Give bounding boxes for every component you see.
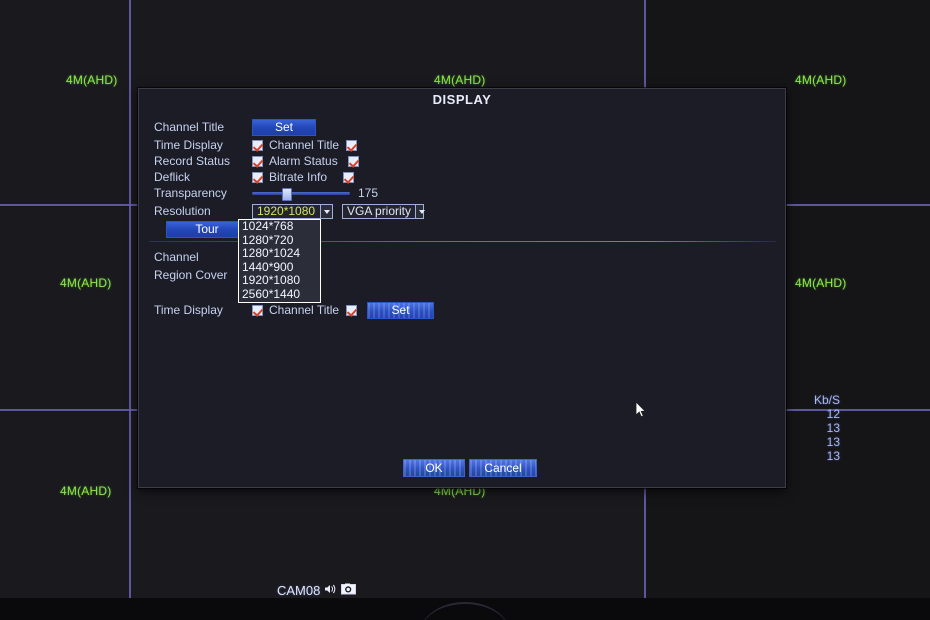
video-signal-label: 4M(AHD) xyxy=(60,276,112,290)
video-signal-label: 4M(AHD) xyxy=(66,73,118,87)
transparency-slider-knob[interactable] xyxy=(282,188,292,201)
channel-title-2-label: Channel Title xyxy=(269,303,340,317)
channel-title-checkbox[interactable] xyxy=(346,139,358,151)
row-transparency: Transparency 175 xyxy=(154,185,378,201)
transparency-label: Transparency xyxy=(154,186,227,200)
bitrate-info-checkbox[interactable] xyxy=(343,171,355,183)
row-time-display: Time Display Channel Title xyxy=(154,137,358,153)
output-priority-select[interactable]: VGA priority xyxy=(342,203,425,219)
video-signal-label: 4M(AHD) xyxy=(795,276,847,290)
transparency-value: 175 xyxy=(358,186,379,200)
video-tile-4[interactable] xyxy=(0,207,129,410)
record-status-checkbox[interactable] xyxy=(252,155,263,167)
nvr-screen: 4M(AHD) 4M(AHD) 4M(AHD) 4M(AHD) 4M(AHD) … xyxy=(0,0,930,620)
resolution-label: Resolution xyxy=(154,204,211,218)
grid-divider-vertical-1 xyxy=(129,0,131,620)
video-signal-label: 4M(AHD) xyxy=(60,484,112,498)
alarm-status-checkbox[interactable] xyxy=(347,155,359,167)
alarm-status-label: Alarm Status xyxy=(269,154,338,168)
speaker-mute-icon[interactable] xyxy=(324,583,337,598)
region-cover-label: Region Cover xyxy=(154,268,228,282)
row-region-cover: Region Cover xyxy=(154,267,236,283)
cancel-button[interactable]: Cancel xyxy=(469,459,537,477)
camera-name-overlay: CAM08 xyxy=(277,583,357,598)
resolution-option[interactable]: 1280*720 xyxy=(239,233,320,248)
row-record-status: Record Status Alarm Status xyxy=(154,153,359,169)
video-tile-1[interactable] xyxy=(0,0,129,205)
row-resolution: Resolution 1920*1080 VGA priority xyxy=(154,203,425,219)
chevron-down-icon[interactable] xyxy=(320,204,332,218)
output-priority-value: VGA priority xyxy=(347,203,412,218)
channel-title-2-checkbox[interactable] xyxy=(346,304,358,316)
resolution-dropdown-list[interactable]: 1024*768 1280*720 1280*1024 1440*900 192… xyxy=(238,219,321,303)
channel-title-set-button[interactable]: Set xyxy=(252,118,316,136)
screen-bottom-bezel xyxy=(0,598,930,620)
record-status-label: Record Status xyxy=(154,154,231,168)
resolution-option[interactable]: 1024*768 xyxy=(239,219,320,234)
ok-button[interactable]: OK xyxy=(403,459,465,477)
camera-name-text: CAM08 xyxy=(277,583,321,598)
video-signal-label: 4M(AHD) xyxy=(795,73,847,87)
time-display-checkbox[interactable] xyxy=(252,139,263,151)
resolution-option[interactable]: 1920*1080 xyxy=(239,274,320,288)
video-signal-label: 4M(AHD) xyxy=(434,73,486,87)
channel-title-label: Channel Title xyxy=(154,120,225,134)
dialog-title: DISPLAY xyxy=(432,92,492,107)
time-display-2-label: Time Display xyxy=(154,303,223,317)
time-display-set-button[interactable]: Set xyxy=(367,301,435,319)
resolution-select[interactable]: 1920*1080 xyxy=(252,203,333,219)
resolution-select-value: 1920*1080 xyxy=(257,203,316,218)
channel-label: Channel xyxy=(154,250,199,264)
transparency-slider[interactable] xyxy=(252,187,350,201)
channel-title-sub-label: Channel Title xyxy=(269,138,340,152)
resolution-option[interactable]: 1440*900 xyxy=(239,260,320,275)
camera-snapshot-icon[interactable] xyxy=(341,583,357,598)
resolution-option[interactable]: 2560*1440 xyxy=(239,287,320,302)
bitrate-info-label: Bitrate Info xyxy=(269,170,328,184)
chevron-down-icon[interactable] xyxy=(415,204,425,218)
row-channel: Channel xyxy=(154,249,236,265)
row-time-display-2: Time Display Channel Title Set xyxy=(154,301,435,319)
row-channel-title: Channel Title Set xyxy=(154,118,316,136)
vendor-logo-arc xyxy=(420,602,510,620)
tour-button[interactable]: Tour xyxy=(166,220,248,238)
deflick-checkbox[interactable] xyxy=(252,171,263,183)
resolution-option[interactable]: 1280*1024 xyxy=(239,247,320,261)
time-display-label: Time Display xyxy=(154,138,223,152)
video-tile-7[interactable] xyxy=(0,412,129,598)
row-tour: Tour xyxy=(154,220,248,238)
time-display-2-checkbox[interactable] xyxy=(252,304,263,316)
deflick-label: Deflick xyxy=(154,170,191,184)
transparency-slider-track xyxy=(252,192,350,195)
row-deflick: Deflick Bitrate Info xyxy=(154,169,355,185)
display-settings-dialog: DISPLAY Channel Title Set Time Display C… xyxy=(138,88,786,488)
